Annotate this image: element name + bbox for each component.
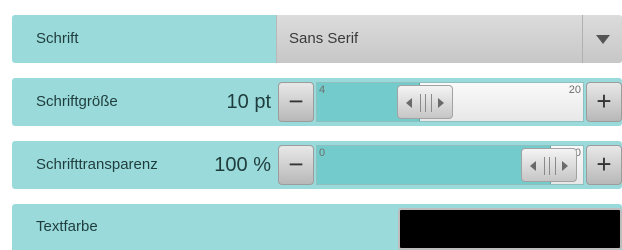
font-size-increase-button[interactable]: + — [586, 82, 622, 122]
font-transparency-slider[interactable]: 0 100 — [316, 145, 584, 185]
arrow-right-icon — [562, 161, 568, 171]
font-size-max-label: 20 — [568, 84, 581, 96]
font-size-row: Schriftgröße 10 pt − 4 20 + — [12, 78, 622, 126]
font-size-slider-handle[interactable] — [397, 85, 453, 119]
font-dropdown[interactable]: Sans Serif — [276, 15, 622, 63]
text-color-label: Textfarbe — [36, 218, 98, 235]
font-transparency-row: Schrifttransparenz 100 % − 0 100 + — [12, 141, 622, 189]
font-transparency-value: 100 % — [214, 154, 271, 176]
font-size-slider[interactable]: 4 20 — [316, 82, 584, 122]
font-row: Schrift Sans Serif — [12, 15, 622, 63]
font-size-min-label: 4 — [319, 84, 326, 96]
font-transparency-decrease-button[interactable]: − — [278, 145, 314, 185]
font-size-value: 10 pt — [226, 91, 271, 113]
font-dropdown-value: Sans Serif — [289, 30, 359, 47]
font-transparency-label: Schrifttransparenz — [36, 156, 158, 173]
arrow-left-icon — [530, 161, 536, 171]
grip-icon — [420, 94, 432, 112]
font-transparency-min-label: 0 — [319, 147, 326, 159]
font-size-label: Schriftgröße — [36, 93, 118, 110]
font-transparency-slider-handle[interactable] — [521, 148, 577, 182]
arrow-left-icon — [406, 98, 412, 108]
text-color-row: Textfarbe — [12, 204, 622, 250]
font-transparency-increase-button[interactable]: + — [586, 145, 622, 185]
grip-icon — [544, 157, 556, 175]
font-size-decrease-button[interactable]: − — [278, 82, 314, 122]
arrow-right-icon — [438, 98, 444, 108]
chevron-down-icon[interactable] — [582, 15, 622, 63]
text-color-swatch[interactable] — [398, 208, 622, 250]
font-transparency-slider-fill — [317, 146, 551, 184]
font-label: Schrift — [36, 30, 79, 47]
